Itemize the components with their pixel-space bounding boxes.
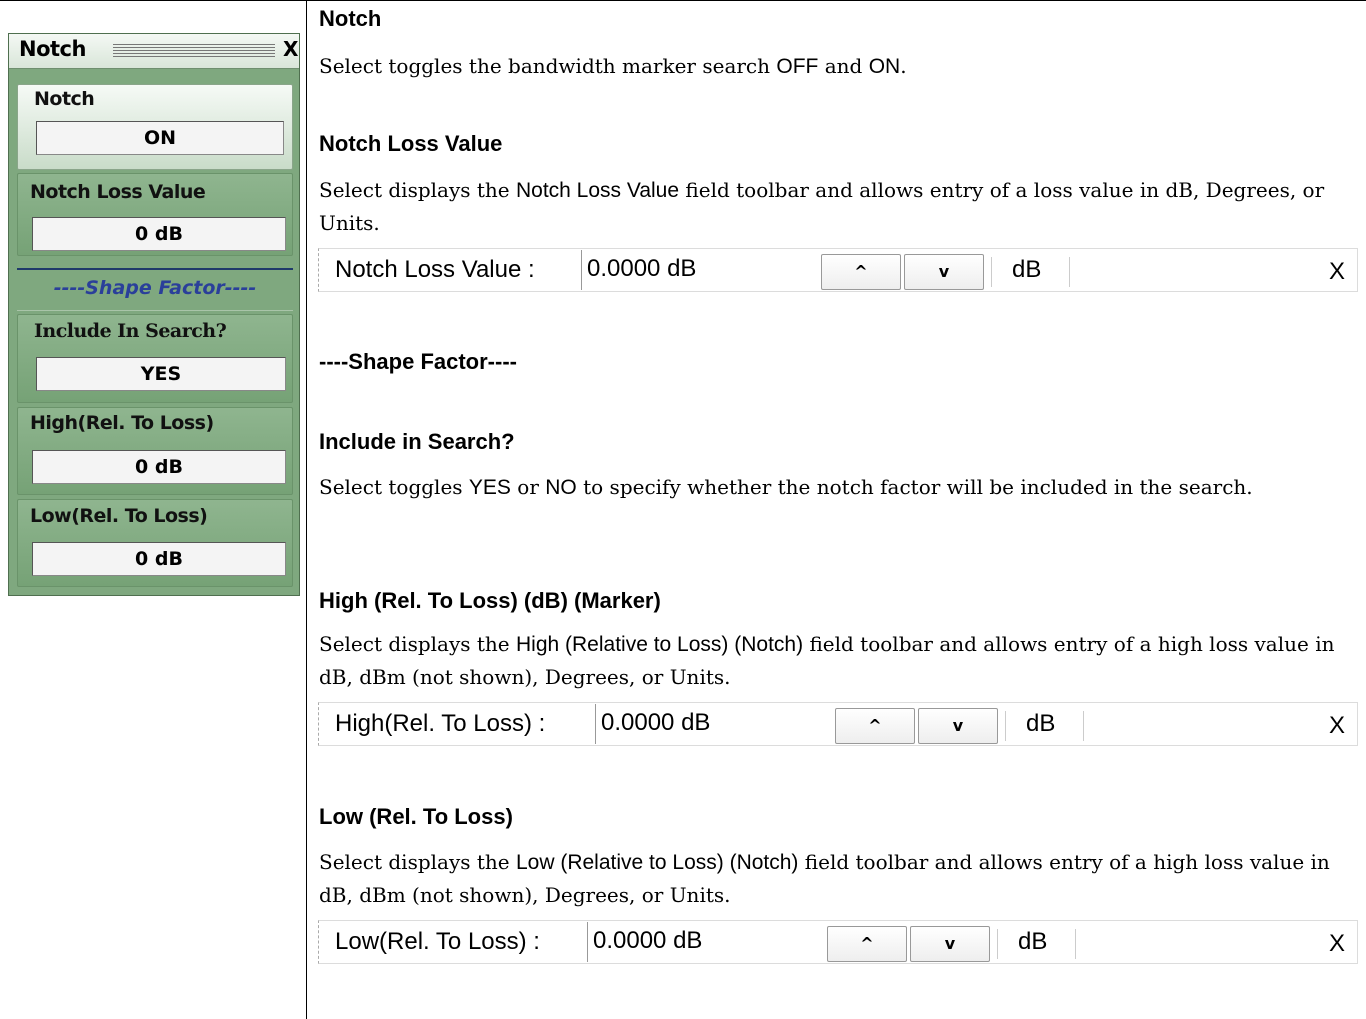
field-name: Low (Relative to Loss) (Notch) [515, 851, 799, 874]
shape-factor-header: ----Shape Factor---- [53, 277, 257, 299]
notch-loss-value-toolbar: Notch Loss Value : 0.0000 dB ^ v dB X [318, 248, 1358, 292]
text: . [900, 54, 907, 78]
toolbar-label: Low(Rel. To Loss) : [335, 928, 540, 955]
field-name: Notch Loss Value [515, 179, 680, 202]
menu-title-bar[interactable]: Notch X [9, 34, 299, 69]
text: Select displays the [319, 178, 516, 202]
low-rel-to-loss-button[interactable]: Low(Rel. To Loss) 0 dB [17, 499, 293, 587]
text: Select displays the [319, 632, 516, 656]
notch-loss-value-input[interactable]: 0.0000 dB [581, 250, 817, 290]
low-rel-to-loss-value: 0 dB [32, 542, 286, 576]
notch-toggle-value: ON [36, 121, 284, 155]
low-rel-to-loss-toolbar: Low(Rel. To Loss) : 0.0000 dB ^ v dB X [318, 920, 1358, 964]
text: to specify whether the notch factor will… [576, 475, 1253, 499]
include-in-search-heading: Include in Search? [319, 429, 515, 454]
top-rule [0, 0, 1366, 1]
toolbar-separator [1083, 711, 1084, 741]
toolbar-separator [991, 257, 992, 287]
text: or [510, 475, 546, 499]
include-in-search-description: Select toggles YES or NO to specify whet… [319, 471, 1359, 504]
increment-button[interactable]: ^ [821, 254, 901, 290]
toolbar-close-button[interactable]: X [1329, 712, 1345, 740]
toolbar-separator [1075, 929, 1076, 959]
notch-loss-value-description: Select displays the Notch Loss Value fie… [319, 174, 1359, 240]
shape-factor-heading: ----Shape Factor---- [319, 349, 517, 374]
column-divider [306, 0, 307, 1019]
notch-toggle-button[interactable]: Notch ON [17, 84, 293, 170]
decrement-button[interactable]: v [918, 708, 998, 744]
high-rel-to-loss-heading: High (Rel. To Loss) (dB) (Marker) [319, 588, 661, 613]
notch-loss-label: Notch Loss Value [30, 181, 206, 203]
include-in-search-button[interactable]: Include In Search? YES [17, 314, 293, 403]
low-rel-to-loss-description: Select displays the Low (Relative to Los… [319, 846, 1359, 912]
toolbar-separator [1069, 257, 1070, 287]
notch-loss-value: 0 dB [32, 217, 286, 251]
toolbar-separator [997, 929, 998, 959]
toolbar-label: High(Rel. To Loss) : [335, 710, 546, 737]
toolbar-close-button[interactable]: X [1329, 930, 1345, 958]
title-bar-grip [113, 44, 275, 58]
notch-description: Select toggles the bandwidth marker sear… [319, 50, 1359, 83]
no-term: NO [545, 476, 577, 499]
text: and [818, 54, 869, 78]
notch-heading: Notch [319, 6, 382, 31]
on-term: ON [868, 55, 901, 78]
low-rel-to-loss-heading: Low (Rel. To Loss) [319, 804, 513, 829]
unit-selector[interactable]: dB [1026, 710, 1055, 738]
include-in-search-value: YES [36, 357, 286, 391]
decrement-button[interactable]: v [904, 254, 984, 290]
off-term: OFF [776, 55, 819, 78]
high-rel-to-loss-description: Select displays the High (Relative to Lo… [319, 628, 1359, 694]
toolbar-close-button[interactable]: X [1329, 258, 1345, 286]
menu-separator [17, 268, 293, 270]
unit-selector[interactable]: dB [1018, 928, 1047, 956]
notch-menu-panel: Notch X Notch ON Notch Loss Value 0 dB -… [8, 33, 300, 596]
low-rel-to-loss-input[interactable]: 0.0000 dB [587, 922, 823, 962]
increment-button[interactable]: ^ [827, 926, 907, 962]
text: Select toggles [319, 475, 469, 499]
high-rel-to-loss-input[interactable]: 0.0000 dB [595, 704, 831, 744]
unit-selector[interactable]: dB [1012, 256, 1041, 284]
increment-button[interactable]: ^ [835, 708, 915, 744]
toolbar-label: Notch Loss Value : [335, 256, 535, 283]
notch-loss-value-button[interactable]: Notch Loss Value 0 dB [17, 173, 293, 256]
high-rel-to-loss-toolbar: High(Rel. To Loss) : 0.0000 dB ^ v dB X [318, 702, 1358, 746]
high-rel-to-loss-label: High(Rel. To Loss) [30, 412, 214, 434]
yes-term: YES [468, 476, 511, 499]
include-in-search-label: Include In Search? [34, 320, 227, 342]
toolbar-separator [1005, 711, 1006, 741]
low-rel-to-loss-label: Low(Rel. To Loss) [30, 505, 208, 527]
notch-loss-value-heading: Notch Loss Value [319, 131, 503, 156]
menu-divider [17, 310, 293, 311]
field-name: High (Relative to Loss) (Notch) [515, 633, 804, 656]
text: Select toggles the bandwidth marker sear… [319, 54, 777, 78]
decrement-button[interactable]: v [910, 926, 990, 962]
high-rel-to-loss-value: 0 dB [32, 450, 286, 484]
notch-toggle-label: Notch [34, 88, 95, 110]
menu-close-button[interactable]: X [283, 37, 298, 61]
menu-title: Notch [19, 37, 86, 61]
text: Select displays the [319, 850, 516, 874]
high-rel-to-loss-button[interactable]: High(Rel. To Loss) 0 dB [17, 407, 293, 495]
